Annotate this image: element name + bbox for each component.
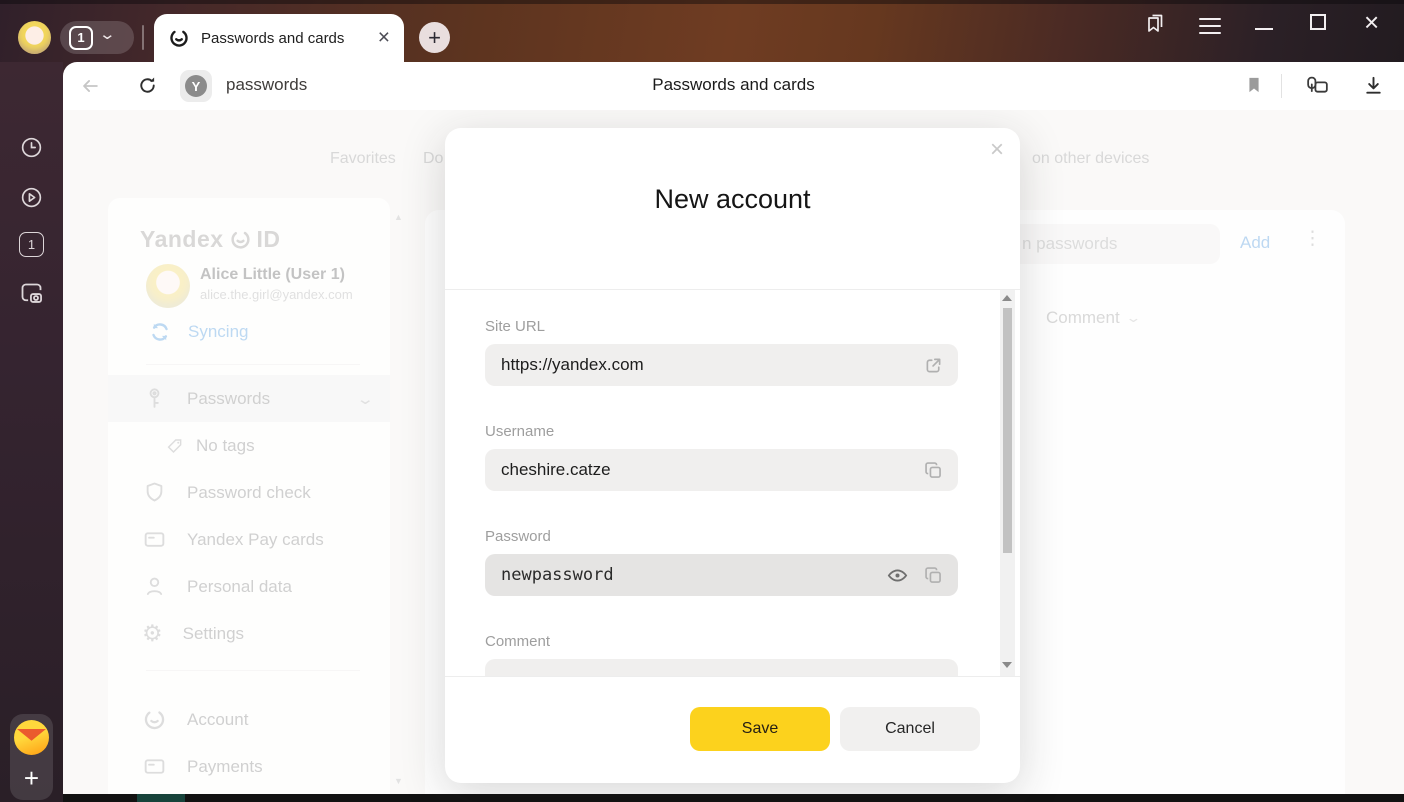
screenshot-icon[interactable] (18, 280, 45, 307)
browser-side-rail: 1 + • • • (0, 62, 63, 802)
chevron-down-icon: ⌄ (98, 30, 116, 40)
side-panels-icon[interactable] (1143, 11, 1167, 35)
minimize-button[interactable] (1255, 28, 1273, 30)
scroll-up-icon[interactable] (1002, 295, 1012, 301)
dock-card: + (10, 714, 53, 800)
tab-title: Passwords and cards (201, 30, 367, 47)
comment-field[interactable] (485, 659, 958, 676)
window-close-button[interactable]: × (1364, 12, 1379, 32)
new-account-dialog: × New account Site URL https://yandex.co… (445, 128, 1020, 783)
save-button[interactable]: Save (690, 707, 830, 751)
username-label: Username (485, 423, 554, 440)
dialog-form-scroll-area: Site URL https://yandex.com Username che… (445, 290, 1020, 676)
copy-icon[interactable] (923, 460, 944, 481)
site-url-field[interactable]: https://yandex.com (485, 344, 958, 386)
desktop-strip (63, 794, 1404, 802)
new-tab-button[interactable]: + (419, 22, 450, 53)
scrollbar-thumb[interactable] (1003, 308, 1012, 553)
profile-avatar[interactable] (18, 21, 51, 54)
yandex-id-favicon (168, 27, 190, 49)
comment-label: Comment (485, 633, 550, 650)
divider (1281, 74, 1282, 98)
divider (142, 25, 144, 50)
password-field[interactable]: newpassword (485, 554, 958, 596)
tabs-count-icon[interactable]: 1 (19, 232, 44, 257)
active-tab[interactable]: Passwords and cards × (154, 14, 404, 62)
play-media-icon[interactable] (19, 185, 44, 210)
cancel-button[interactable]: Cancel (840, 707, 980, 751)
yandex-browser-logo[interactable] (14, 720, 49, 755)
dialog-scrollbar[interactable] (1000, 290, 1015, 676)
password-manager-icon[interactable] (1304, 73, 1331, 100)
tab-count-badge: 1 (69, 26, 93, 50)
download-icon[interactable] (1362, 74, 1385, 97)
eye-icon[interactable] (886, 564, 909, 587)
username-field[interactable]: cheshire.catze (485, 449, 958, 491)
maximize-button[interactable] (1310, 14, 1326, 30)
tab-close-icon[interactable]: × (378, 29, 390, 47)
divider (445, 676, 1020, 677)
open-external-icon[interactable] (923, 355, 944, 376)
close-icon[interactable]: × (990, 136, 1004, 164)
navigation-toolbar: Y passwords Passwords and cards (63, 62, 1404, 110)
bookmark-icon[interactable] (1244, 75, 1264, 95)
scroll-down-icon[interactable] (1002, 662, 1012, 668)
window-top-edge (0, 0, 1404, 4)
desktop-strip-accent (137, 794, 185, 802)
copy-icon[interactable] (923, 565, 944, 586)
history-clock-icon[interactable] (19, 135, 44, 160)
password-label: Password (485, 528, 551, 545)
site-url-label: Site URL (485, 318, 545, 335)
add-shortcut-icon[interactable]: + (10, 760, 53, 796)
tab-group-pill[interactable]: 1 ⌄ (60, 21, 134, 54)
toolbar-page-title: Passwords and cards (63, 75, 1404, 95)
menu-icon[interactable] (1199, 13, 1221, 39)
dialog-title: New account (445, 184, 1020, 215)
